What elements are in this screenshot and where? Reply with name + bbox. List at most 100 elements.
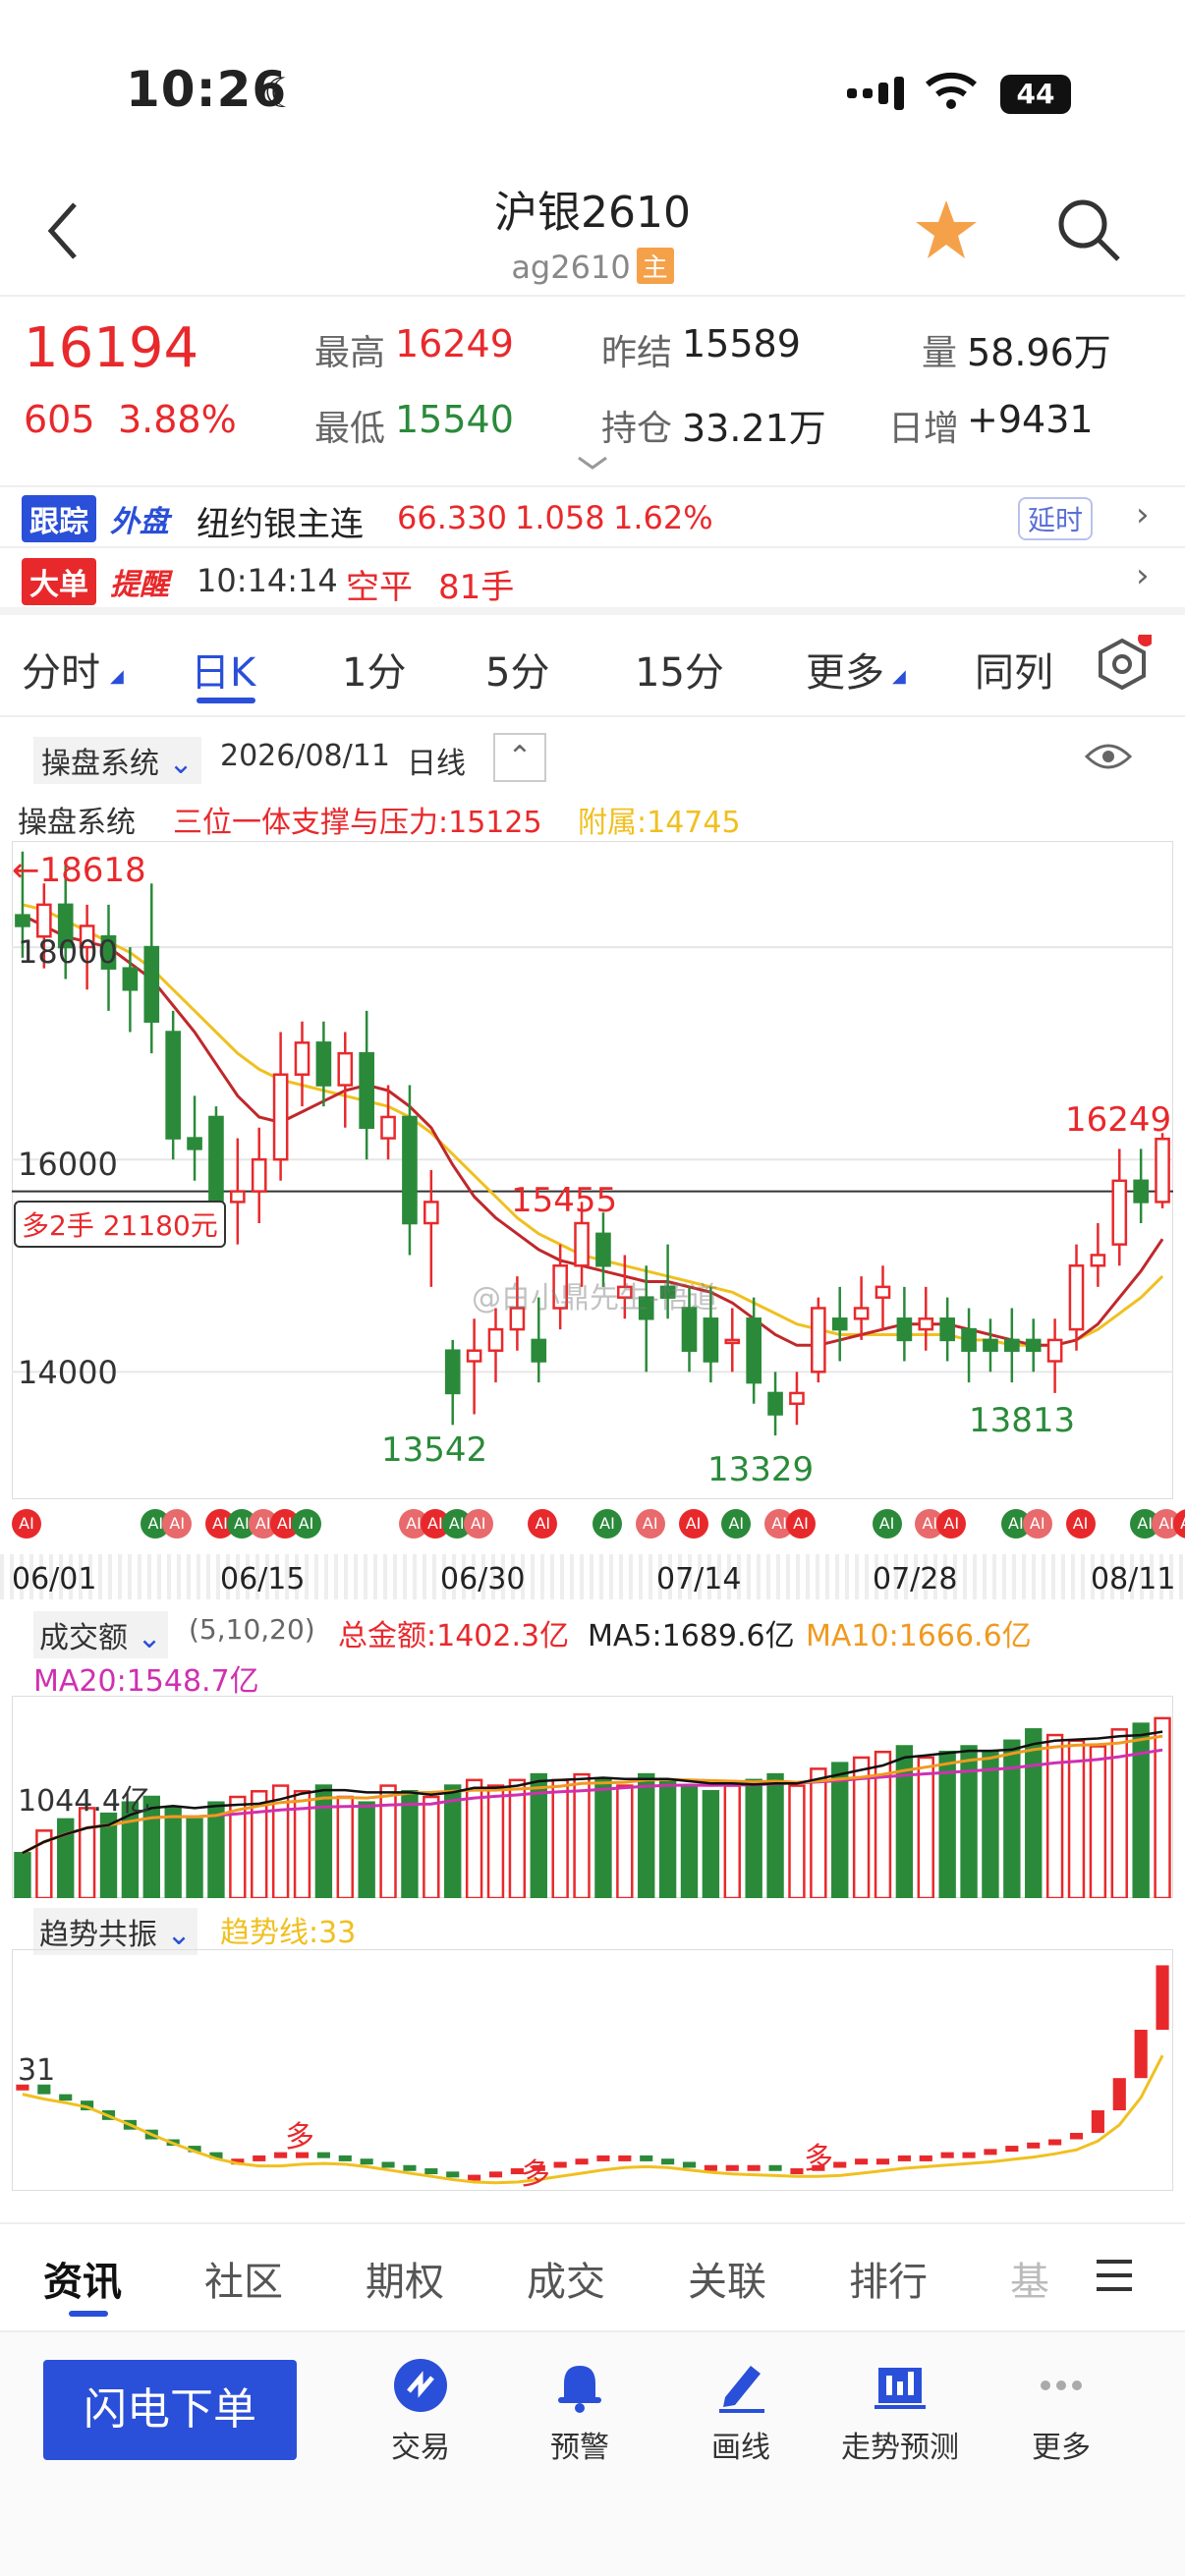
- trend-bar: [640, 2155, 653, 2161]
- subtab-news[interactable]: 资讯: [43, 2250, 122, 2307]
- track-change: 1.058: [515, 499, 605, 536]
- volume-bar: [1003, 1739, 1021, 1898]
- volume-dropdown[interactable]: 成交额 ⌄: [33, 1611, 168, 1658]
- position-badge[interactable]: 多2手 21180元: [14, 1201, 226, 1248]
- volume-bar: [401, 1790, 419, 1898]
- main-contract-badge: 主: [636, 248, 674, 284]
- favorite-star-icon[interactable]: [912, 196, 981, 269]
- candle-body: [875, 1285, 891, 1299]
- trend-bar: [833, 2161, 847, 2168]
- ai-marker[interactable]: AI: [291, 1509, 321, 1539]
- price-change: 605: [24, 398, 95, 441]
- subtab-basis[interactable]: 基: [1010, 2250, 1049, 2307]
- subtab-options[interactable]: 期权: [366, 2250, 444, 2307]
- nav-more[interactable]: 更多: [992, 2423, 1130, 2466]
- ai-marker[interactable]: AI: [1022, 1509, 1052, 1539]
- ai-marker[interactable]: AI: [528, 1509, 558, 1539]
- volume-bar: [616, 1784, 634, 1898]
- indicator-line2: 附属:14745: [578, 806, 741, 840]
- trend-dropdown[interactable]: 趋势共振 ⌄: [33, 1908, 198, 1955]
- battery-icon: 44: [1000, 75, 1071, 114]
- candle-body: [165, 1031, 181, 1140]
- trend-bar: [725, 2164, 739, 2171]
- tab-more[interactable]: 更多: [806, 641, 884, 698]
- ai-marker[interactable]: AI: [721, 1509, 752, 1539]
- flash-order-button[interactable]: 闪电下单: [43, 2360, 297, 2460]
- contract-code: ag2610 主: [0, 248, 1185, 286]
- search-icon[interactable]: [1055, 196, 1124, 269]
- volume-bar: [638, 1772, 655, 1898]
- volume-params: (5,10,20): [189, 1613, 315, 1646]
- ai-marker[interactable]: AI: [678, 1509, 708, 1539]
- volume-bar: [1067, 1739, 1086, 1898]
- volume-bar: [14, 1851, 31, 1898]
- ai-marker[interactable]: AI: [936, 1509, 967, 1539]
- date-tick-3: 06/30: [440, 1562, 526, 1596]
- nav-alert[interactable]: 预警: [511, 2423, 649, 2466]
- tab-5min[interactable]: 5分: [485, 641, 549, 698]
- big-order-alert-row[interactable]: 大单 提醒 10:14:14 空平 81手 ›: [0, 548, 1185, 607]
- expand-chevron-icon[interactable]: [575, 454, 610, 477]
- trend-line-value: 趋势线:33: [220, 1916, 357, 1950]
- trend-bar: [360, 2158, 373, 2165]
- pencil-icon[interactable]: [672, 2356, 810, 2426]
- chevron-right-icon: ›: [1136, 495, 1150, 534]
- tab-15min[interactable]: 15分: [635, 641, 724, 698]
- more-dots-icon[interactable]: [992, 2356, 1130, 2426]
- candle-body: [15, 914, 30, 927]
- candle-body: [359, 1051, 374, 1130]
- ai-marker[interactable]: AI: [1065, 1509, 1096, 1539]
- trade-icon[interactable]: [352, 2356, 489, 2426]
- ai-marker[interactable]: AI: [872, 1509, 902, 1539]
- ai-marker-row: AI AI AI AI AI AI AI AI AI AI AI AI AI AI AI AI AI AI AI AI…: [0, 1509, 1185, 1542]
- ai-marker[interactable]: AI: [463, 1509, 493, 1539]
- trend-bar: [661, 2158, 675, 2165]
- wifi-icon: [924, 69, 979, 116]
- nav-trade[interactable]: 交易: [352, 2423, 489, 2466]
- candle-body: [1046, 1338, 1063, 1363]
- ai-marker[interactable]: AI: [635, 1509, 665, 1539]
- candle-body: [961, 1327, 977, 1352]
- volume-frame: [12, 1696, 1173, 1898]
- price-change-pct: 3.88%: [118, 398, 237, 441]
- ai-marker[interactable]: AI: [786, 1509, 816, 1539]
- trend-bar: [1134, 2030, 1148, 2079]
- forecast-book-icon[interactable]: [831, 2356, 969, 2426]
- signal-icon: [847, 75, 906, 118]
- volume-axis-label: 1044.4亿: [18, 1784, 150, 1819]
- settings-hex-icon[interactable]: [1093, 631, 1154, 698]
- trend-bar: [897, 2155, 911, 2161]
- bell-icon[interactable]: [511, 2356, 649, 2426]
- trend-bar: [253, 2155, 266, 2161]
- volume-bar: [745, 1778, 762, 1898]
- collapse-button[interactable]: ⌃: [493, 733, 546, 782]
- trend-bar: [403, 2164, 417, 2171]
- ai-marker[interactable]: AI: [12, 1509, 41, 1539]
- eye-icon[interactable]: [1084, 739, 1133, 778]
- chart-date: 2026/08/11: [220, 739, 390, 773]
- volume-bar: [766, 1772, 784, 1898]
- trend-bar: [618, 2155, 632, 2161]
- subtab-community[interactable]: 社区: [204, 2250, 283, 2307]
- tab-same-list[interactable]: 同列: [975, 641, 1053, 698]
- chevron-right-icon: ›: [1136, 556, 1150, 595]
- open-interest-label: 持仓: [601, 409, 673, 449]
- tab-1min[interactable]: 1分: [342, 641, 406, 698]
- menu-icon[interactable]: [1093, 2256, 1136, 2299]
- last-price: 16194: [24, 316, 199, 380]
- volume-bar: [1025, 1728, 1043, 1898]
- trend-bar: [962, 2152, 976, 2158]
- tab-timeshare[interactable]: 分时: [22, 641, 100, 698]
- candle-body: [896, 1317, 913, 1342]
- nav-forecast[interactable]: 走势预测: [819, 2423, 981, 2466]
- subtab-trades[interactable]: 成交: [527, 2250, 605, 2307]
- system-dropdown[interactable]: 操盘系统 ⌄: [33, 737, 201, 784]
- subtab-ranking[interactable]: 排行: [849, 2250, 928, 2307]
- ai-marker[interactable]: AI: [162, 1509, 193, 1539]
- track-row[interactable]: 跟踪 外盘 纽约银主连 66.330 1.058 1.62% 延时 ›: [0, 487, 1185, 546]
- tab-daily-k[interactable]: 日K: [191, 641, 255, 698]
- ai-marker[interactable]: AI: [592, 1509, 622, 1539]
- low-label: 最低: [314, 409, 386, 449]
- subtab-related[interactable]: 关联: [688, 2250, 766, 2307]
- nav-draw[interactable]: 画线: [672, 2423, 810, 2466]
